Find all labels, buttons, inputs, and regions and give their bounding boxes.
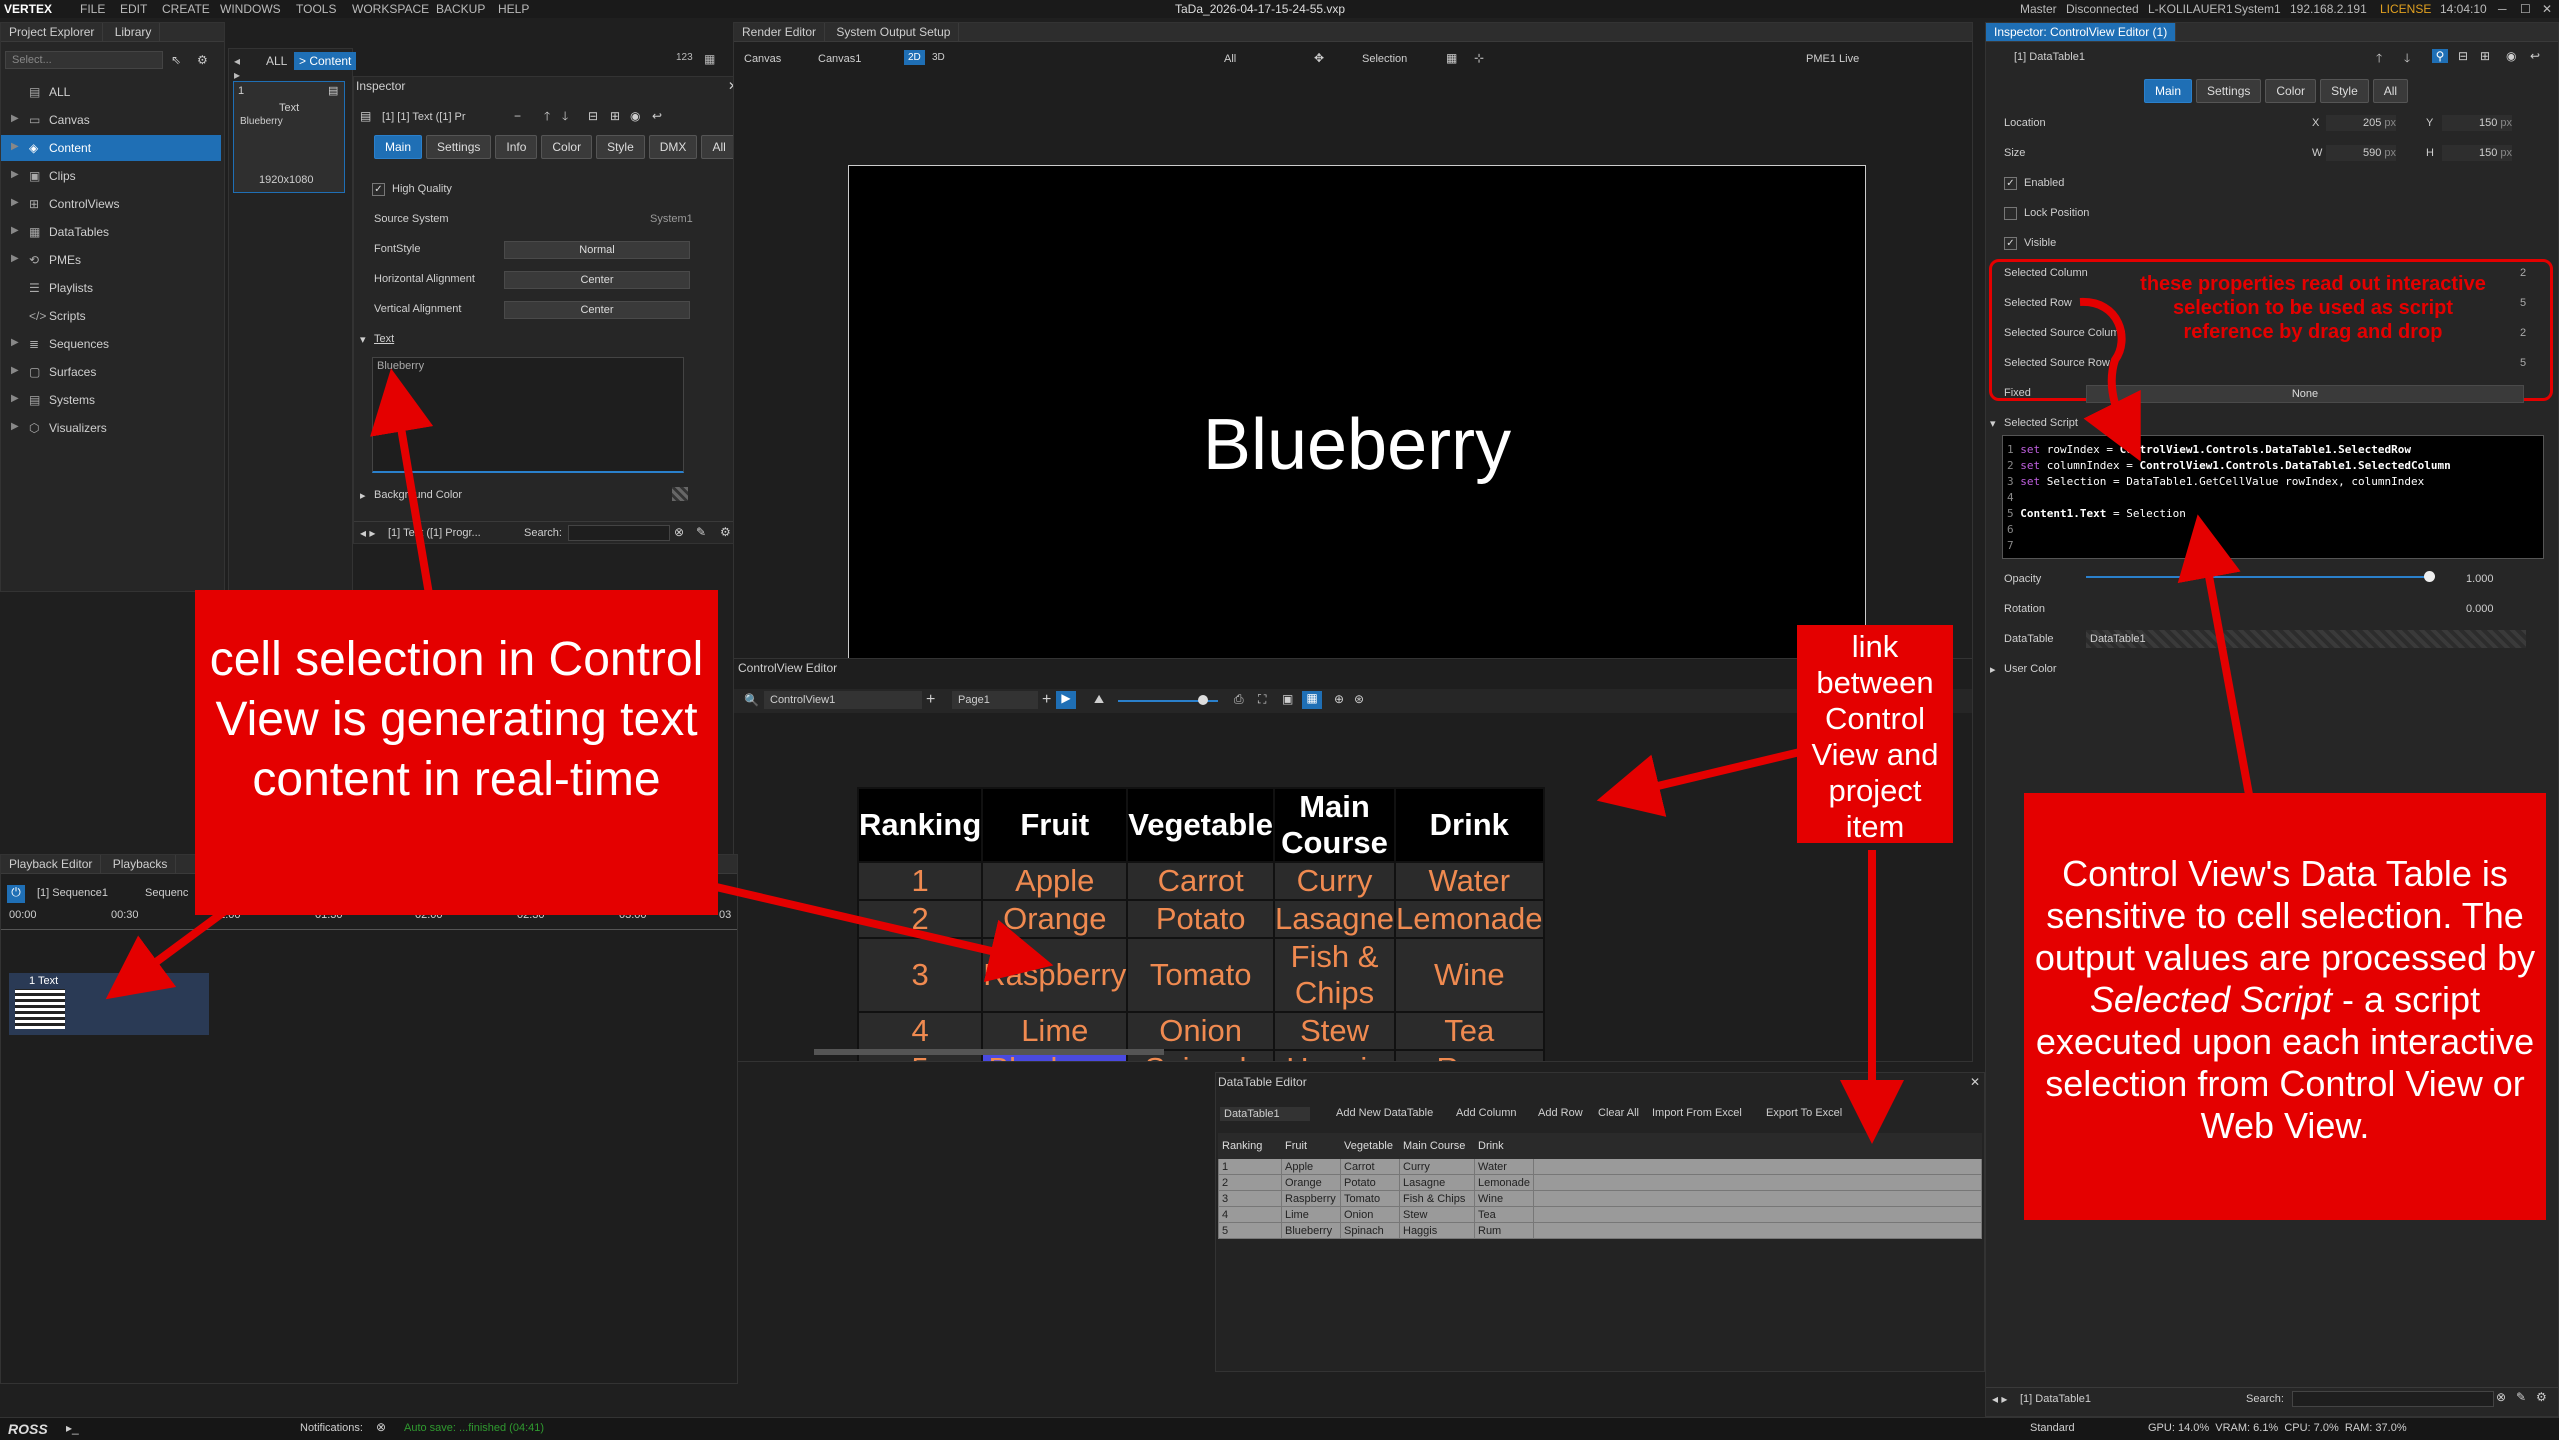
annotation-link: link between Control View and project it…	[1797, 625, 1953, 844]
annotation-datatable-note: Control View's Data Table is sensitive t…	[2024, 793, 2546, 1220]
annotation-properties: these properties read out interactive se…	[2140, 273, 2486, 343]
annotation-cell-selection: cell selection in Control View is genera…	[195, 590, 718, 915]
